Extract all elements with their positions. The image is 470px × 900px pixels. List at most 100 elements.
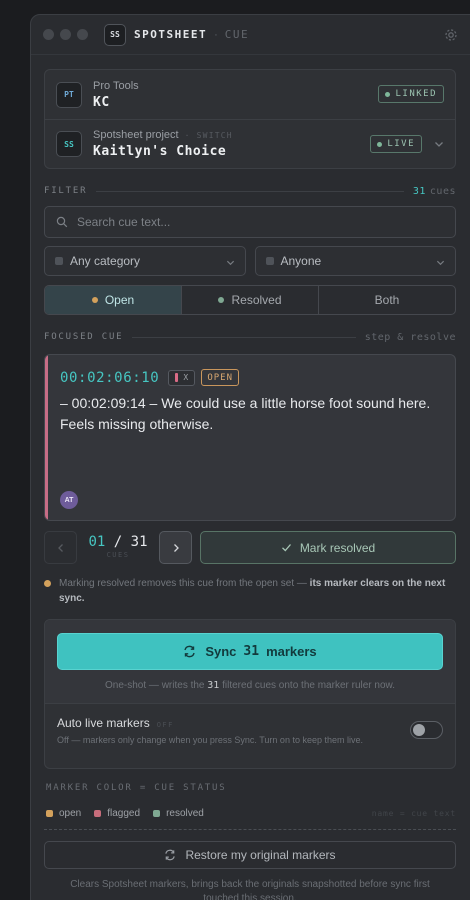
person-select[interactable]: Anyone xyxy=(254,246,456,276)
counter-unit: CUES xyxy=(106,551,130,559)
sync-note-prefix: One-shot — writes the xyxy=(105,680,205,691)
switch-project-link[interactable]: · SWITCH xyxy=(185,131,233,140)
hint-text: Marking resolved removes this cue from t… xyxy=(59,578,310,589)
protools-connection: PT Pro Tools KC LINKED xyxy=(45,70,455,119)
auto-live-description: Off — markers only change when you press… xyxy=(57,735,363,745)
cue-stepper: 01 / 31 CUES Mark resolved xyxy=(44,531,456,564)
chevron-down-icon xyxy=(226,260,234,266)
live-status-badge: LIVE xyxy=(370,135,422,153)
divider xyxy=(132,336,356,338)
next-cue-button[interactable] xyxy=(159,531,192,564)
legend-item-open: open xyxy=(46,808,81,819)
open-swatch-icon xyxy=(46,810,53,817)
spotsheet-window: SS SPOTSHEET · CUE PT Pro Tools KC LINKE… xyxy=(30,14,470,900)
mark-resolved-button[interactable]: Mark resolved xyxy=(200,531,456,564)
auto-live-state: OFF xyxy=(156,721,174,729)
segment-resolved-label: Resolved xyxy=(231,293,282,307)
sync-card: Sync 31 markers One-shot — writes the 31 f… xyxy=(44,619,456,769)
project-kicker-text: Spotsheet project xyxy=(93,129,179,141)
current-cue-number: 01 xyxy=(88,534,106,550)
person-select-value: Anyone xyxy=(280,254,322,268)
legend-item-flagged: flagged xyxy=(94,808,140,819)
dashed-divider xyxy=(44,829,456,830)
titlebar: SS SPOTSHEET · CUE xyxy=(31,15,470,55)
segment-open[interactable]: Open xyxy=(45,286,181,314)
project-badge: SS xyxy=(56,131,82,157)
resolve-hint: Marking resolved removes this cue from t… xyxy=(44,576,456,606)
sync-count: 31 xyxy=(243,644,260,659)
cue-category-tag: X xyxy=(168,369,196,386)
restore-label: Restore my original markers xyxy=(185,848,336,862)
status-segmented-control: Open Resolved Both xyxy=(44,285,456,315)
focused-cue-label: FOCUSED CUE xyxy=(44,332,124,342)
resolved-swatch-icon xyxy=(153,810,161,817)
divider xyxy=(96,190,404,192)
cue-timecode: 00:02:06:10 xyxy=(60,369,160,386)
chevron-left-icon xyxy=(57,543,63,552)
cue-count-unit: cues xyxy=(429,185,456,197)
legend-name-hint: name = cue text xyxy=(371,809,456,818)
sync-note: One-shot — writes the 31 filtered cues o… xyxy=(57,680,443,691)
status-dot-icon xyxy=(377,141,383,147)
protools-kicker: Pro Tools xyxy=(93,79,139,92)
restore-markers-button[interactable]: Restore my original markers xyxy=(44,841,456,869)
gear-icon[interactable] xyxy=(443,27,459,43)
cue-count: 31 cues xyxy=(413,186,456,197)
protools-session-name: KC xyxy=(93,94,110,110)
segment-both[interactable]: Both xyxy=(318,286,455,314)
legend-item-resolved: resolved xyxy=(153,808,204,819)
project-connection[interactable]: SS Spotsheet project · SWITCH Kaitlyn's C… xyxy=(45,119,455,168)
project-name: Kaitlyn's Choice xyxy=(93,144,227,159)
status-dot-icon xyxy=(385,91,391,97)
toggle-knob xyxy=(413,724,425,736)
auto-live-markers: Auto live markers OFF Off — markers only … xyxy=(45,704,455,768)
segment-resolved[interactable]: Resolved xyxy=(181,286,318,314)
auto-live-title: Auto live markers xyxy=(57,716,150,730)
protools-badge: PT xyxy=(56,81,82,108)
legend-open-label: open xyxy=(59,808,82,819)
legend-label: MARKER COLOR = CUE STATUS xyxy=(46,783,227,793)
sync-markers-button[interactable]: Sync 31 markers xyxy=(57,633,443,670)
sync-note-count: 31 xyxy=(207,680,220,691)
close-window-button[interactable] xyxy=(43,29,54,40)
category-select-value: Any category xyxy=(70,254,141,268)
total-cue-number: 31 xyxy=(130,534,148,550)
segment-open-label: Open xyxy=(104,293,135,307)
restore-note: Clears Spotsheet markers, brings back th… xyxy=(70,879,430,900)
filter-section-header: FILTER 31 cues xyxy=(44,185,456,197)
resolved-dot-icon xyxy=(218,297,225,303)
check-icon xyxy=(281,544,291,552)
search-box[interactable] xyxy=(44,206,456,238)
app-subtitle: CUE xyxy=(224,28,250,41)
search-input[interactable] xyxy=(77,215,417,229)
cue-accent-bar xyxy=(45,355,48,520)
avatar: AT xyxy=(60,491,78,509)
auto-live-toggle[interactable] xyxy=(410,721,443,739)
search-icon xyxy=(56,216,68,228)
person-swatch-icon xyxy=(265,257,274,265)
sync-prefix: Sync xyxy=(205,644,237,659)
minimize-window-button[interactable] xyxy=(60,29,71,40)
chevron-down-icon[interactable] xyxy=(434,139,444,149)
mark-resolved-label: Mark resolved xyxy=(299,540,376,555)
cue-text: – 00:02:09:14 – We could use a little ho… xyxy=(60,395,431,432)
flagged-swatch-icon xyxy=(94,810,102,817)
sync-note-suffix: filtered cues onto the marker ruler now. xyxy=(222,680,395,691)
category-swatch-icon xyxy=(55,257,63,265)
connections-card: PT Pro Tools KC LINKED SS Spotsheet proj… xyxy=(44,69,456,169)
zoom-window-button[interactable] xyxy=(77,29,88,40)
hint-dot-icon xyxy=(44,580,51,587)
legend-flagged-label: flagged xyxy=(107,808,141,819)
focused-cue-card[interactable]: 00:02:06:10 X OPEN – 00:02:09:14 – We co… xyxy=(44,354,456,521)
linked-status-text: LINKED xyxy=(395,89,437,99)
cue-count-number: 31 xyxy=(412,185,426,197)
chevron-right-icon xyxy=(173,543,179,552)
filter-label: FILTER xyxy=(44,186,88,196)
chevron-down-icon xyxy=(436,260,445,266)
category-select[interactable]: Any category xyxy=(44,246,246,276)
restore-icon xyxy=(165,849,176,861)
previous-cue-button[interactable] xyxy=(44,531,77,564)
counter-divider: / xyxy=(113,534,123,550)
window-controls xyxy=(43,29,88,40)
step-resolve-label: step & resolve xyxy=(364,331,456,343)
